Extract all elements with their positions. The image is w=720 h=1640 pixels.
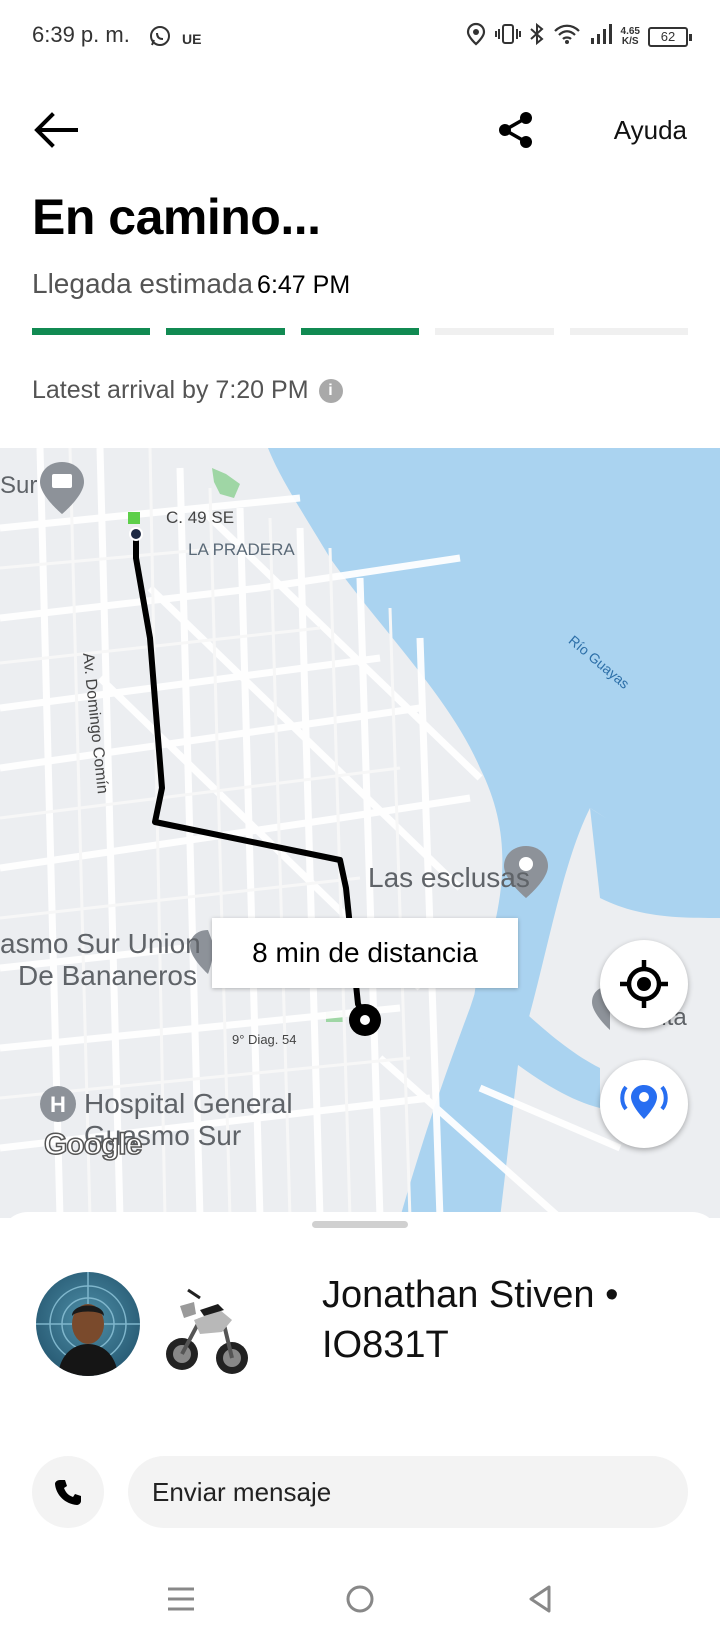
home-button[interactable] — [335, 1574, 385, 1624]
crosshair-icon — [620, 960, 668, 1008]
bluetooth-icon — [529, 22, 545, 51]
status-bar: 6:39 p. m. UE 4.65 K/S 62 — [0, 0, 720, 72]
speed-unit: K/S — [621, 35, 639, 47]
system-navigation-bar — [0, 1560, 720, 1640]
home-circle-icon — [346, 1585, 374, 1613]
eta-time: 6:47 PM — [257, 271, 351, 299]
map-poi-union-line1: asmo Sur Union — [0, 928, 201, 959]
help-link[interactable]: Ayuda — [614, 115, 687, 146]
share-icon — [499, 112, 532, 148]
latest-arrival-text: Latest arrival by 7:20 PM — [32, 376, 309, 404]
trip-progress-bar — [32, 328, 689, 335]
info-icon[interactable]: i — [318, 378, 343, 403]
progress-segment — [32, 328, 151, 335]
eta-row: Llegada estimada 6:47 PM — [32, 268, 350, 300]
wifi-icon — [553, 22, 581, 51]
progress-segment — [300, 328, 420, 335]
recenter-button[interactable] — [600, 940, 688, 1028]
triangle-back-icon — [529, 1585, 551, 1613]
menu-icon — [168, 1587, 194, 1611]
vehicle-plate: IO831T — [322, 1324, 449, 1366]
whatsapp-icon — [148, 24, 172, 53]
google-logo: Google — [43, 1127, 143, 1162]
trip-status-title: En camino... — [32, 189, 321, 245]
arrow-left-icon — [34, 112, 78, 148]
svg-text:H: H — [50, 1092, 66, 1117]
network-speed: 4.65 K/S — [621, 26, 640, 47]
eta-distance-bubble: 8 min de distancia — [212, 918, 518, 988]
send-message-field[interactable]: Enviar mensaje — [128, 1456, 688, 1528]
map-poi-union-line2: De Bananeros — [18, 960, 198, 991]
progress-segment — [435, 328, 554, 335]
location-icon — [465, 22, 487, 51]
map-label-neighborhood: LA PRADERA — [188, 540, 295, 559]
status-time: 6:39 p. m. — [32, 22, 130, 47]
phone-icon — [55, 1480, 81, 1505]
vibrate-icon — [494, 22, 521, 51]
sheet-drag-handle[interactable] — [312, 1221, 408, 1228]
recents-button[interactable] — [156, 1574, 206, 1624]
progress-segment — [569, 328, 689, 335]
driver-photo — [36, 1272, 140, 1376]
driver-name: Jonathan Stiven • — [322, 1274, 619, 1316]
back-nav-button[interactable] — [515, 1574, 565, 1624]
map-poi-hospital-line1: Hospital General — [84, 1088, 293, 1119]
share-button[interactable] — [490, 104, 542, 156]
battery-indicator: 62 — [648, 26, 692, 47]
eta-label: Llegada estimada — [32, 268, 254, 299]
map-label-street: C. 49 SE — [166, 508, 235, 527]
call-button[interactable] — [32, 1456, 104, 1528]
map-poi-partial-left: Sur — [0, 472, 38, 499]
live-location-button[interactable] — [600, 1060, 688, 1148]
back-button[interactable] — [30, 104, 82, 156]
map-poi-esclusas: Las esclusas — [368, 862, 530, 893]
ue-label: UE — [182, 30, 202, 47]
motorcycle-icon — [166, 1288, 248, 1374]
vehicle-image — [160, 1280, 252, 1380]
driver-avatar — [36, 1272, 140, 1376]
driver-info: Jonathan Stiven • IO831T — [322, 1270, 652, 1370]
progress-segment — [166, 328, 285, 335]
signal-icon — [589, 22, 613, 51]
map-label-diag: 9° Diag. 54 — [232, 1032, 297, 1047]
latest-arrival-row: Latest arrival by 7:20 PM i — [32, 376, 343, 405]
location-broadcast-icon — [620, 1085, 668, 1119]
